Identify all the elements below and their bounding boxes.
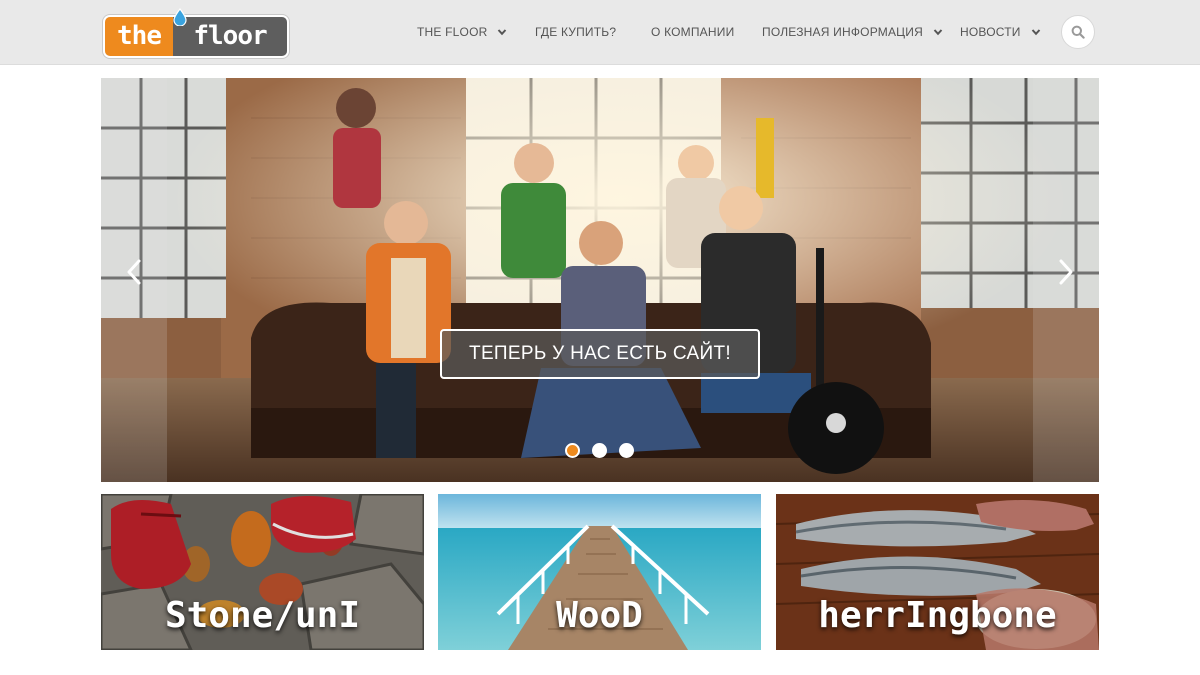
search-button[interactable] — [1061, 15, 1095, 49]
nav-item-label: ПОЛЕЗНАЯ ИНФОРМАЦИЯ — [762, 25, 923, 39]
tile-label: herrIngbone — [818, 595, 1057, 636]
category-tile-herringbone[interactable]: herrIngbone — [776, 494, 1099, 650]
slider-pagination — [565, 443, 634, 458]
search-icon — [1071, 25, 1085, 39]
nav-item-about[interactable]: О КОМПАНИИ — [651, 24, 734, 40]
hero-image — [101, 78, 1099, 482]
chevron-right-icon — [1059, 259, 1073, 285]
category-tile-stone[interactable]: Stone/unI — [101, 494, 424, 650]
nav-item-label: THE FLOOR — [417, 25, 488, 39]
prev-slide-button[interactable] — [119, 252, 149, 292]
slide-dot-2[interactable] — [592, 443, 607, 458]
nav-item-label: НОВОСТИ — [960, 25, 1021, 39]
nav-item-useful-info[interactable]: ПОЛЕЗНАЯ ИНФОРМАЦИЯ — [762, 24, 943, 40]
tile-label: WooD — [556, 595, 643, 636]
logo-text-floor: floor — [173, 17, 287, 56]
chevron-left-icon — [127, 259, 141, 285]
nav-item-the-floor[interactable]: THE FLOOR — [417, 24, 507, 40]
slide-dot-1[interactable] — [565, 443, 580, 458]
slide-caption[interactable]: ТЕПЕРЬ У НАС ЕСТЬ САЙТ! — [440, 329, 760, 379]
slide-dot-3[interactable] — [619, 443, 634, 458]
chevron-down-icon — [933, 29, 943, 36]
nav-item-news[interactable]: НОВОСТИ — [960, 24, 1041, 40]
nav-item-where-to-buy[interactable]: ГДЕ КУПИТЬ? — [535, 24, 616, 40]
tile-label: Stone/unI — [164, 595, 361, 636]
nav-item-label: О КОМПАНИИ — [651, 25, 735, 39]
category-tile-wood[interactable]: WooD — [438, 494, 761, 650]
hero-slider: ТЕПЕРЬ У НАС ЕСТЬ САЙТ! — [101, 78, 1099, 482]
chevron-down-icon — [1031, 29, 1040, 36]
site-header: the floor THE FLOOR ГДЕ КУПИТЬ? О КОМПАН… — [0, 0, 1200, 65]
next-slide-button[interactable] — [1051, 252, 1081, 292]
nav-item-label: ГДЕ КУПИТЬ? — [535, 25, 617, 39]
site-logo[interactable]: the floor — [105, 8, 287, 56]
water-drop-icon — [173, 8, 187, 26]
chevron-down-icon — [498, 29, 507, 36]
logo-text-the: the — [105, 17, 173, 56]
